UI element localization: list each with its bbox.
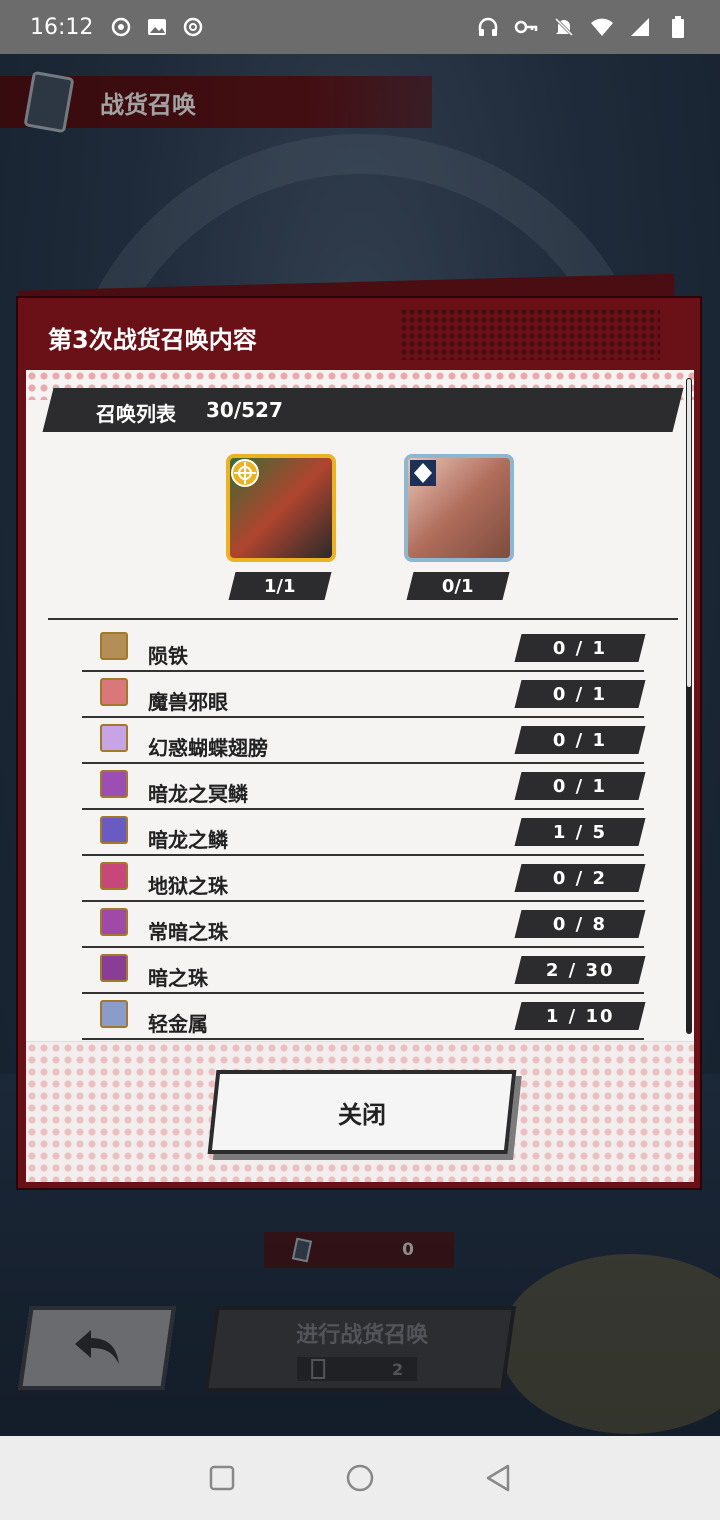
material-row: 地狱之珠 0 / 2 <box>82 856 646 902</box>
sync-icon <box>181 15 205 39</box>
signal-icon <box>628 15 652 39</box>
eternal-dark-orb-icon <box>100 908 128 936</box>
dialog-body: 召唤列表 30/527 1/1 0/1 陨铁 0 / 1 魔兽邪眼 0 / 1 … <box>26 370 694 1182</box>
image-icon <box>145 15 169 39</box>
list-divider <box>48 618 678 620</box>
home-button[interactable] <box>345 1463 375 1493</box>
headphones-icon <box>476 15 500 39</box>
material-name: 魔兽邪眼 <box>148 690 228 714</box>
material-name: 常暗之珠 <box>148 920 228 944</box>
unit-count-2: 0/1 <box>406 572 510 600</box>
material-count: 0 / 1 <box>514 772 646 800</box>
hell-orb-icon <box>100 862 128 890</box>
scrollbar-thumb[interactable] <box>686 378 692 688</box>
material-row: 陨铁 0 / 1 <box>82 626 646 672</box>
material-row: 幻惑蝴蝶翅膀 0 / 1 <box>82 718 646 764</box>
material-row: 常暗之珠 0 / 8 <box>82 902 646 948</box>
material-count: 1 / 10 <box>514 1002 646 1030</box>
close-button[interactable]: 关闭 <box>207 1070 517 1154</box>
material-row: 魔兽邪眼 0 / 1 <box>82 672 646 718</box>
navigation-bar <box>0 1436 720 1520</box>
swirl-app-icon <box>109 15 133 39</box>
scrollbar[interactable] <box>686 378 692 1034</box>
material-name: 幻惑蝴蝶翅膀 <box>148 736 268 760</box>
attribute-badge-icon <box>410 460 436 486</box>
material-row: 暗之珠 2 / 30 <box>82 948 646 994</box>
light-metal-icon <box>100 1000 128 1028</box>
list-header-text: 召唤列表 30/527 <box>96 398 283 427</box>
wifi-icon <box>590 15 614 39</box>
unit-card-2[interactable] <box>404 454 514 562</box>
status-time: 16:12 <box>30 14 94 40</box>
list-count: 30/527 <box>206 398 283 422</box>
dragon-scale-icon <box>100 816 128 844</box>
material-row: 暗龙之冥鳞 0 / 1 <box>82 764 646 810</box>
material-name: 地狱之珠 <box>148 874 228 898</box>
material-name: 暗龙之冥鳞 <box>148 782 248 806</box>
dialog-header-pattern <box>400 308 660 360</box>
butterfly-wing-icon <box>100 724 128 752</box>
recents-button[interactable] <box>207 1463 237 1493</box>
material-name: 暗之珠 <box>148 966 208 990</box>
material-count: 1 / 5 <box>514 818 646 846</box>
material-row: 轻金属 1 / 10 <box>82 994 646 1040</box>
dark-orb-icon <box>100 954 128 982</box>
unit-count-1: 1/1 <box>228 572 332 600</box>
square-icon <box>209 1465 235 1491</box>
material-name: 暗龙之鳞 <box>148 828 228 852</box>
beast-eye-icon <box>100 678 128 706</box>
back-nav-button[interactable] <box>483 1463 513 1493</box>
material-count: 0 / 8 <box>514 910 646 938</box>
status-bar: 16:12 <box>0 0 720 54</box>
key-icon <box>514 15 538 39</box>
unit-card-1[interactable] <box>226 454 336 562</box>
attribute-badge-icon <box>231 459 259 487</box>
material-count: 2 / 30 <box>514 956 646 984</box>
material-name: 陨铁 <box>148 644 188 668</box>
material-count: 0 / 1 <box>514 680 646 708</box>
material-count: 0 / 2 <box>514 864 646 892</box>
summon-list-scroll[interactable]: 召唤列表 30/527 1/1 0/1 陨铁 0 / 1 魔兽邪眼 0 / 1 … <box>26 370 694 1042</box>
material-row: 暗龙之鳞 1 / 5 <box>82 810 646 856</box>
summon-contents-dialog: 第3次战货召唤内容 召唤列表 30/527 1/1 0/1 陨铁 0 / 1 魔… <box>16 296 702 1190</box>
material-count: 0 / 1 <box>514 634 646 662</box>
triangle-back-icon <box>486 1464 510 1492</box>
dark-dragon-scale-icon <box>100 770 128 798</box>
close-button-label: 关闭 <box>338 1100 386 1129</box>
material-name: 轻金属 <box>148 1012 208 1036</box>
list-label: 召唤列表 <box>96 402 176 426</box>
circle-icon <box>346 1464 374 1492</box>
meteor-iron-icon <box>100 632 128 660</box>
bell-off-icon <box>552 15 576 39</box>
material-count: 0 / 1 <box>514 726 646 754</box>
battery-icon <box>666 15 690 39</box>
dialog-title: 第3次战货召唤内容 <box>48 326 257 354</box>
